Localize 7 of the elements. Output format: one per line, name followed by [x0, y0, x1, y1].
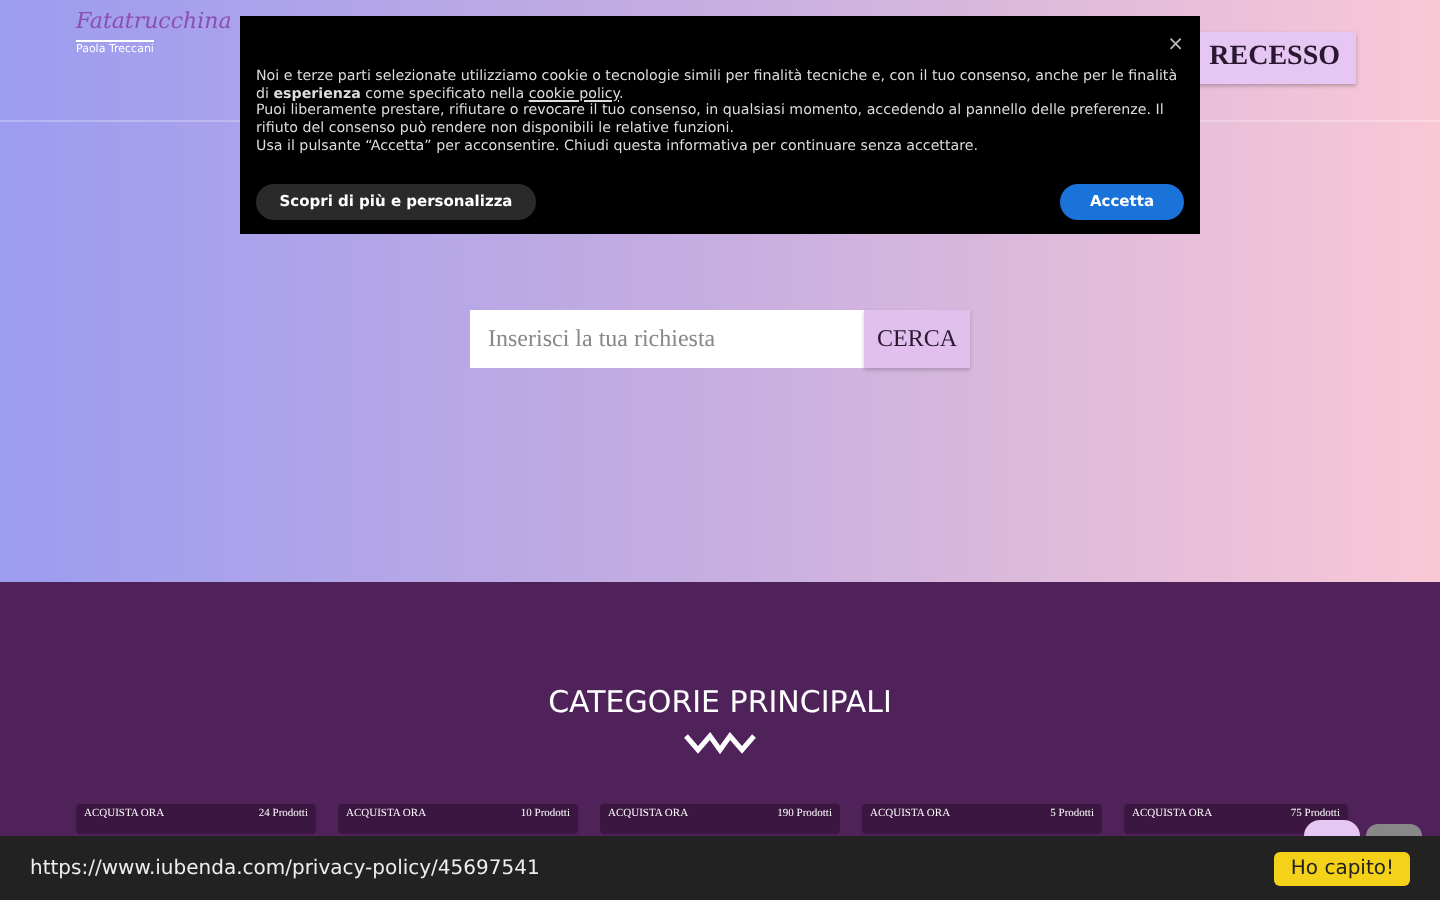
- search-field[interactable]: Inserisci la tua richiesta: [470, 310, 864, 368]
- search-button[interactable]: CERCA: [864, 310, 970, 368]
- close-icon[interactable]: ×: [1167, 36, 1184, 56]
- privacy-policy-url: https://www.iubenda.com/privacy-policy/45697541: [30, 857, 540, 879]
- section-title: CATEGORIE PRINCIPALI: [546, 682, 894, 720]
- zigzag-icon: [682, 732, 758, 754]
- got-it-button[interactable]: Ho capito!: [1274, 851, 1410, 885]
